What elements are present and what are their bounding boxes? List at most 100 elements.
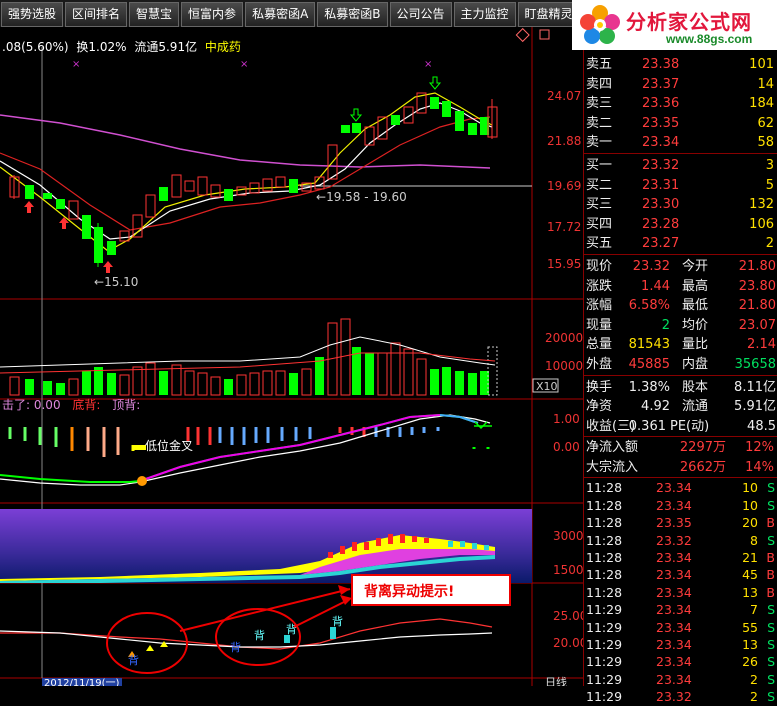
tick-price: 23.34	[656, 584, 692, 600]
vol-axis-label: 10000	[545, 359, 583, 373]
price-axis-label: 19.69	[547, 179, 581, 193]
toolbar-button-private-a[interactable]: 私募密函A	[245, 2, 316, 27]
tick-time: 11:29	[586, 602, 623, 618]
tick-side: B	[766, 567, 775, 583]
tick-time: 11:28	[586, 567, 623, 583]
flow-block: 净流入额 2297万 12% 大宗流入 2662万 14%	[584, 436, 777, 477]
vol-axis-label: 20000	[545, 331, 583, 345]
panel5-axis-label: 20.00	[553, 636, 583, 650]
info-float: 流通5.91亿	[134, 39, 197, 54]
tick-price: 23.34	[656, 567, 692, 583]
macd-cross-label: 低位金叉	[145, 438, 193, 453]
tick-price: 23.32	[656, 689, 692, 705]
logo-title: 分析家公式网	[626, 12, 752, 34]
stats2-block: 换手 1.38% 股本 8.11亿 净资 4.92 流通 5.91亿 收益(三) 0.361 P…	[584, 374, 777, 437]
tick-time: 11:29	[586, 689, 623, 705]
tick-time: 11:28	[586, 550, 623, 566]
toolbar-button-strong-pick[interactable]: 强势选股	[1, 2, 64, 27]
buy-orders: 买一 23.32 3 买二 23.31 5 买三 23.30 132 买四 23.28 106 …	[584, 152, 777, 254]
tick-volume: 13	[742, 636, 758, 652]
order-row: 卖五 23.38 101	[586, 57, 774, 72]
tick-price: 23.34	[656, 550, 692, 566]
tick-row: 11:28 23.32 8 S	[584, 532, 777, 549]
tick-price: 23.34	[656, 602, 692, 618]
toolbar-button-watch-sprite[interactable]: 盯盘精灵	[517, 2, 580, 27]
quote-panel: 卖五 23.38 101 卖四 23.37 14 卖三 23.36 184 卖二 23.35 6…	[583, 50, 777, 704]
tick-row: 11:29 23.34 7 S	[584, 601, 777, 618]
tick-row: 11:29 23.34 13 S	[584, 636, 777, 653]
tick-time: 11:28	[586, 480, 623, 496]
volume-bars	[9, 318, 498, 396]
order-row: 买五 23.27 2	[586, 236, 774, 252]
price-axis-label: 21.88	[547, 134, 581, 148]
tick-volume: 2	[750, 689, 758, 705]
tick-row: 11:28 23.34 10 S	[584, 497, 777, 514]
macd-axis-label: 0.00	[553, 440, 580, 454]
up-arrow-icon	[103, 261, 113, 273]
date-label: 2012/11/19(一)	[44, 678, 120, 686]
stat-row: 净资 4.92 流通 5.91亿	[586, 399, 776, 415]
order-row: 卖四 23.37 14	[586, 76, 774, 92]
tick-volume: 26	[742, 654, 758, 670]
candlesticks	[9, 92, 498, 267]
toolbar-button-announcement[interactable]: 公司公告	[389, 2, 452, 27]
toolbar-button-main-monitor[interactable]: 主力监控	[453, 2, 516, 27]
square-icon[interactable]	[539, 29, 550, 40]
toolbar: 强势选股 区间排名 智慧宝 恒富内参 私募密函A 私募密函B 公司公告 主力监控…	[0, 0, 580, 27]
toolbar-button-wisdom[interactable]: 智慧宝	[129, 2, 180, 27]
tick-volume: 20	[742, 515, 758, 531]
tick-side: B	[766, 584, 775, 600]
info-pct: .08(5.60%)	[2, 40, 69, 54]
flow-row: 净流入额 2297万 12%	[586, 440, 774, 456]
stat-row: 总量 81543 量比 2.14	[586, 337, 776, 353]
order-row: 买三 23.30 132	[586, 197, 774, 213]
tick-price: 23.35	[656, 515, 692, 531]
tick-price: 23.34	[656, 619, 692, 635]
tick-list: 11:28 23.34 10 S 11:28 23.34 10 S 11:28 23.35 20 B 1…	[584, 477, 777, 705]
tick-side: S	[767, 532, 775, 548]
panel5-axis-label: 25.00	[553, 609, 583, 623]
info-turnover: 换1.02%	[76, 40, 126, 54]
toolbar-button-range-rank[interactable]: 区间排名	[65, 2, 128, 27]
stat-row: 涨幅 6.58% 最低 21.80	[586, 298, 776, 314]
toolbar-button-reference[interactable]: 恒富内参	[181, 2, 244, 27]
svg-text:×: ×	[240, 59, 248, 70]
diamond-icon[interactable]	[515, 27, 530, 43]
tick-side: S	[767, 619, 775, 635]
tick-side: S	[767, 636, 775, 652]
tick-side: S	[767, 480, 775, 496]
tick-time: 11:29	[586, 654, 623, 670]
down-arrow-icon	[428, 76, 442, 90]
tick-row: 11:28 23.34 21 B	[584, 549, 777, 566]
tick-volume: 10	[742, 480, 758, 496]
tick-time: 11:28	[586, 497, 623, 513]
stats-block: 现价 23.32 今开 21.80 涨跌 1.44 最高 23.80 涨幅 6.58% 最低 21…	[584, 253, 777, 375]
ma-line-purple	[0, 114, 491, 169]
tick-price: 23.34	[656, 636, 692, 652]
tick-price: 23.34	[656, 654, 692, 670]
tick-volume: 13	[742, 584, 758, 600]
order-row: 卖三 23.36 184	[586, 96, 774, 112]
tick-row: 11:29 23.34 55 S	[584, 619, 777, 636]
tick-volume: 45	[742, 567, 758, 583]
price-axis-label: 17.72	[547, 220, 581, 234]
stat-row: 涨跌 1.44 最高 23.80	[586, 278, 776, 294]
tick-time: 11:28	[586, 584, 623, 600]
stat-row: 现价 23.32 今开 21.80	[586, 258, 776, 274]
tick-row: 11:28 23.34 13 B	[584, 584, 777, 601]
tick-row: 11:29 23.32 2 S	[584, 688, 777, 705]
tick-time: 11:28	[586, 515, 623, 531]
stat-row: 现量 2 均价 23.07	[586, 317, 776, 333]
info-line: .08(5.60%) 换1.02% 流通5.91亿 中成药	[2, 39, 241, 54]
toolbar-button-private-b[interactable]: 私募密函B	[317, 2, 388, 27]
bei-mark: 背	[332, 614, 343, 628]
up-arrow-icon	[24, 201, 34, 213]
svg-text:×: ×	[424, 59, 432, 70]
sell-orders: 卖五 23.38 101 卖四 23.37 14 卖三 23.36 184 卖二 23.35 6…	[584, 55, 777, 153]
stat-row: 收益(三) 0.361 PE(动) 48.5	[586, 418, 776, 434]
down-arrow-icon	[349, 108, 363, 122]
site-logo: 分析家公式网 www.88gs.com	[572, 0, 777, 50]
tick-volume: 10	[742, 497, 758, 513]
tick-side: B	[766, 515, 775, 531]
low-annotation: ←15.10	[94, 275, 138, 289]
